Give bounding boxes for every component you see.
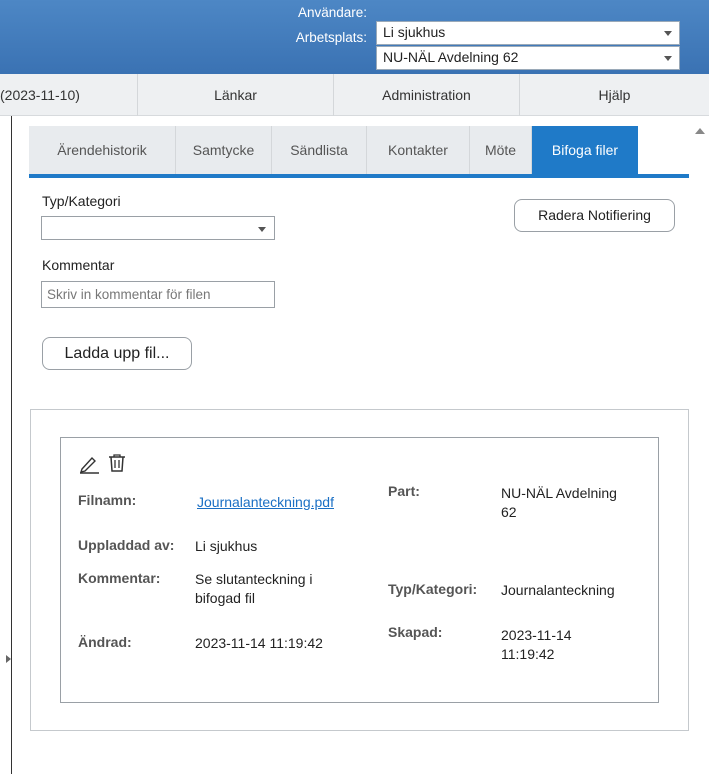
created-key: Skapad: <box>388 624 443 640</box>
changed-key: Ändrad: <box>78 634 132 650</box>
tab-mote[interactable]: Möte <box>470 126 532 174</box>
delete-notification-button[interactable]: Radera Notifiering <box>514 199 675 232</box>
category-key: Typ/Kategori: <box>388 581 478 597</box>
tab-kontakter[interactable]: Kontakter <box>367 126 470 174</box>
left-frame-divider <box>11 116 12 774</box>
menu-bar: (2023-11-10) Länkar Administration Hjälp <box>0 74 709 116</box>
comment-value-line2: bifogad fil <box>195 590 255 606</box>
menu-item-date[interactable]: (2023-11-10) <box>0 74 138 116</box>
upload-file-button[interactable]: Ladda upp fil... <box>42 337 192 370</box>
part-value-line1: NU-NÄL Avdelning <box>501 485 617 501</box>
vertical-scrollbar[interactable] <box>691 116 709 774</box>
chevron-down-icon <box>664 31 672 36</box>
comment-value-line1: Se slutanteckning i <box>195 571 313 587</box>
created-value-line1: 2023-11-14 <box>501 627 572 643</box>
category-value: Journalanteckning <box>501 582 615 598</box>
chevron-down-icon <box>664 56 672 61</box>
user-label: Användare: <box>297 5 367 20</box>
scroll-up-icon[interactable] <box>695 128 705 134</box>
expand-arrow-icon[interactable] <box>6 655 11 663</box>
tab-underline <box>29 174 689 178</box>
comment-label: Kommentar <box>42 257 115 273</box>
workplace-label: Arbetsplats: <box>295 30 367 45</box>
tab-sandlista[interactable]: Sändlista <box>272 126 367 174</box>
part-key: Part: <box>388 483 420 499</box>
comment-key: Kommentar: <box>78 570 161 586</box>
comment-input[interactable]: Skriv in kommentar för filen <box>41 281 275 308</box>
filename-link[interactable]: Journalanteckning.pdf <box>197 493 334 511</box>
pencil-icon[interactable] <box>79 454 101 474</box>
tab-bar: Ärendehistorik Samtycke Sändlista Kontak… <box>29 126 689 174</box>
category-select[interactable] <box>41 216 275 240</box>
workplace-select-value: NU-NÄL Avdelning 62 <box>383 49 519 65</box>
uploaded-by-key: Uppladdad av: <box>78 537 175 553</box>
created-value-line2: 11:19:42 <box>501 646 555 662</box>
menu-item-help[interactable]: Hjälp <box>520 74 709 116</box>
tab-bifoga-filer[interactable]: Bifoga filer <box>532 126 638 174</box>
filename-key: Filnamn: <box>78 492 137 508</box>
changed-value: 2023-11-14 11:19:42 <box>195 635 323 651</box>
user-select-value: Li sjukhus <box>383 24 446 40</box>
category-label: Typ/Kategori <box>42 193 121 209</box>
chevron-down-icon <box>258 227 266 232</box>
menu-item-administration[interactable]: Administration <box>334 74 520 116</box>
menu-item-links[interactable]: Länkar <box>138 74 334 116</box>
uploaded-by-value: Li sjukhus <box>195 538 258 554</box>
tab-samtycke[interactable]: Samtycke <box>176 126 272 174</box>
top-header: Användare: Li sjukhus Arbetsplats: NU-NÄ… <box>0 0 709 74</box>
workplace-select[interactable]: NU-NÄL Avdelning 62 <box>376 46 680 70</box>
part-value-line2: 62 <box>501 504 517 520</box>
user-select[interactable]: Li sjukhus <box>376 21 680 45</box>
trash-icon[interactable] <box>107 453 127 473</box>
tab-arendehistorik[interactable]: Ärendehistorik <box>29 126 176 174</box>
